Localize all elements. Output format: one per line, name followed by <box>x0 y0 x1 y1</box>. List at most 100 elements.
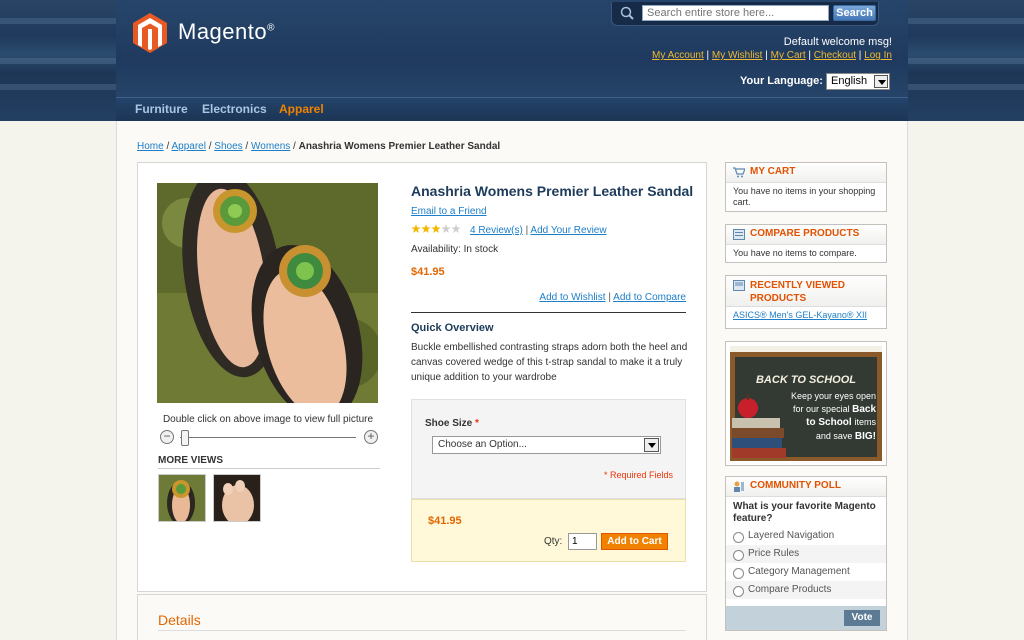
recently-viewed-icon <box>733 280 745 291</box>
radio-button[interactable] <box>733 568 744 579</box>
chevron-down-icon <box>874 75 888 88</box>
add-to-cart-button[interactable]: Add to Cart <box>601 533 668 550</box>
shoe-size-select[interactable]: Choose an Option... <box>432 436 661 454</box>
compare-block: COMPARE PRODUCTS You have no items to co… <box>725 224 887 263</box>
breadcrumb-apparel[interactable]: Apparel <box>171 141 205 152</box>
recently-viewed-heading: RECENTLY VIEWED PRODUCTS <box>726 276 886 307</box>
star-icon <box>411 224 421 233</box>
banner-title: BACK TO SCHOOL <box>756 374 856 386</box>
magento-logo[interactable]: Magento® <box>132 13 282 53</box>
my-cart-link[interactable]: My Cart <box>771 50 806 61</box>
poll-option[interactable]: Compare Products <box>726 581 886 599</box>
poll-option[interactable]: Layered Navigation <box>726 527 886 545</box>
star-icon <box>421 224 431 233</box>
breadcrumb-current: Anashria Womens Premier Leather Sandal <box>298 141 501 152</box>
quick-overview-text: Buckle embellished contrasting straps ad… <box>411 342 688 383</box>
my-cart-heading: MY CART <box>726 163 886 183</box>
thumbnail-2[interactable] <box>213 474 261 522</box>
zoom-hint: Double click on above image to view full… <box>162 414 374 425</box>
zoom-slider-handle[interactable] <box>181 430 189 446</box>
breadcrumb-home[interactable]: Home <box>137 141 164 152</box>
divider <box>411 312 686 313</box>
my-cart-block: MY CART You have no items in your shoppi… <box>725 162 887 212</box>
back-to-school-banner[interactable]: BACK TO SCHOOL Keep your eyes open for o… <box>725 341 887 466</box>
compare-icon <box>733 229 745 240</box>
banner-image: BACK TO SCHOOL Keep your eyes open for o… <box>730 346 882 462</box>
zoom-in-icon[interactable]: + <box>364 430 378 444</box>
my-account-link[interactable]: My Account <box>652 50 704 61</box>
add-to-cart-box <box>411 499 686 562</box>
chevron-down-icon <box>644 438 659 452</box>
top-links: My Account | My Wishlist | My Cart | Che… <box>652 50 892 61</box>
breadcrumb-shoes[interactable]: Shoes <box>214 141 242 152</box>
details-title: Details <box>158 612 201 628</box>
compare-text: You have no items to compare. <box>733 248 857 258</box>
shoe-size-value: Choose an Option... <box>438 439 527 450</box>
search-input[interactable] <box>642 5 829 21</box>
reviews-links: 4 Review(s) | Add Your Review <box>470 225 607 236</box>
wishlist-compare-links: Add to Wishlist | Add to Compare <box>539 292 686 303</box>
star-icon <box>441 224 451 233</box>
star-icon <box>451 224 461 233</box>
email-friend-link[interactable]: Email to a Friend <box>411 206 487 217</box>
search-icon <box>620 6 634 20</box>
poll-question: What is your favorite Magento feature? <box>733 501 876 524</box>
cart-price: $41.95 <box>428 515 462 527</box>
my-wishlist-link[interactable]: My Wishlist <box>712 50 763 61</box>
shoe-size-label: Shoe Size * <box>425 418 479 429</box>
radio-button[interactable] <box>733 532 744 543</box>
add-to-wishlist-link[interactable]: Add to Wishlist <box>539 292 605 303</box>
search-box: Search <box>611 2 879 26</box>
main-nav: Furniture Electronics Apparel <box>116 97 908 121</box>
banner-line-2: for our special Back <box>793 404 876 415</box>
thumbnail-1[interactable] <box>158 474 206 522</box>
language-value: English <box>831 75 868 87</box>
add-review-link[interactable]: Add Your Review <box>530 225 606 236</box>
my-cart-text: You have no items in your shopping cart. <box>733 186 876 207</box>
zoom-out-icon[interactable]: − <box>160 430 174 444</box>
nav-item-apparel[interactable]: Apparel <box>279 102 324 116</box>
vote-bar: Vote <box>726 606 886 630</box>
nav-item-furniture[interactable]: Furniture <box>135 102 188 116</box>
banner-line-1: Keep your eyes open <box>791 391 876 401</box>
compare-heading: COMPARE PRODUCTS <box>726 225 886 245</box>
community-poll-block: COMMUNITY POLL What is your favorite Mag… <box>725 476 887 631</box>
divider <box>158 630 686 631</box>
required-fields-note: * Required Fields <box>603 470 673 480</box>
star-icon <box>431 224 441 233</box>
nav-item-electronics[interactable]: Electronics <box>202 102 267 116</box>
availability: Availability: In stock <box>411 244 499 255</box>
details-section <box>137 594 707 640</box>
poll-icon <box>734 481 744 492</box>
language-select[interactable]: English <box>826 73 890 90</box>
checkout-link[interactable]: Checkout <box>814 50 856 61</box>
poll-option[interactable]: Category Management <box>726 563 886 581</box>
banner-line-3: to School items <box>806 417 876 428</box>
qty-input[interactable] <box>568 533 597 550</box>
zoom-slider-track[interactable] <box>180 437 356 438</box>
more-views-heading: MORE VIEWS <box>158 455 380 469</box>
vote-button[interactable]: Vote <box>844 610 880 626</box>
cart-icon <box>733 167 745 178</box>
quick-overview-title: Quick Overview <box>411 322 494 334</box>
poll-heading: COMMUNITY POLL <box>726 477 886 497</box>
welcome-message: Default welcome msg! <box>783 36 892 48</box>
radio-button[interactable] <box>733 550 744 561</box>
magento-logo-icon <box>133 13 167 53</box>
recently-viewed-block: RECENTLY VIEWED PRODUCTS ASICS® Men's GE… <box>725 275 887 329</box>
reviews-link[interactable]: 4 Review(s) <box>470 225 523 236</box>
language-label: Your Language: <box>740 75 823 87</box>
logo-text: Magento® <box>178 19 275 44</box>
add-to-compare-link[interactable]: Add to Compare <box>613 292 686 303</box>
sandal-photo <box>157 183 378 403</box>
search-button[interactable]: Search <box>833 5 876 21</box>
qty-label: Qty: <box>544 536 563 547</box>
product-main-image[interactable] <box>157 183 378 403</box>
product-name: Anashria Womens Premier Leather Sandal <box>411 183 694 199</box>
recently-viewed-item[interactable]: ASICS® Men's GEL-Kayano® XII <box>733 310 867 320</box>
banner-line-4: and save BIG! <box>816 431 876 442</box>
poll-option[interactable]: Price Rules <box>726 545 886 563</box>
radio-button[interactable] <box>733 586 744 597</box>
login-link[interactable]: Log In <box>864 50 892 61</box>
breadcrumb-womens[interactable]: Womens <box>251 141 290 152</box>
